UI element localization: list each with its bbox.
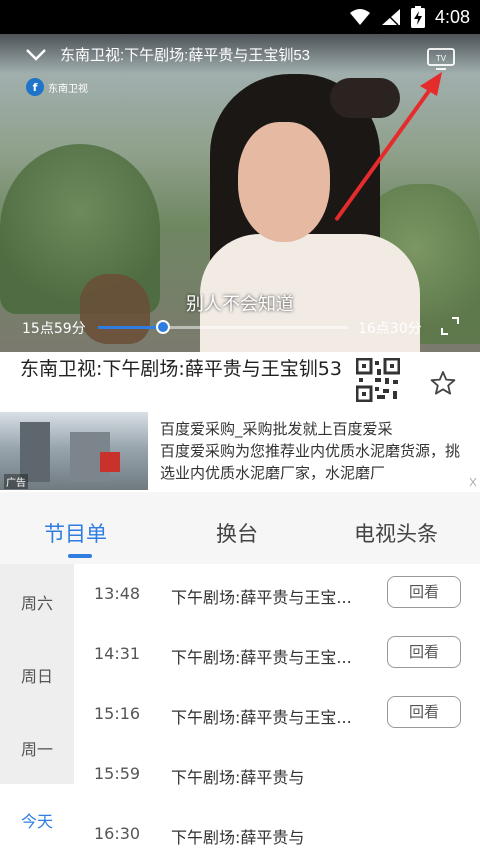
day-item-monday[interactable]: 周一 xyxy=(0,736,74,760)
time-start: 15点59分 xyxy=(22,321,86,337)
tab-tv-headlines[interactable]: 电视头条 xyxy=(354,518,438,548)
fullscreen-icon[interactable] xyxy=(440,316,460,336)
ad-title[interactable]: 百度爱采购_采购批发就上百度爱采 xyxy=(160,418,393,439)
ad-image[interactable]: 广告 xyxy=(0,412,148,490)
tab-program-guide[interactable]: 节目单 xyxy=(44,518,107,548)
schedule-row[interactable]: 13:48 下午剧场:薛平贵与王宝... 回看 xyxy=(74,564,480,624)
schedule-time: 14:31 xyxy=(94,644,141,663)
star-favorite-icon[interactable] xyxy=(430,370,456,396)
video-frame-person-face xyxy=(238,122,330,242)
video-player[interactable]: 东南卫视:下午剧场:薛平贵与王宝钏53 TV f 东南卫视 别人不会知道 15点… xyxy=(0,34,480,352)
schedule-program-name: 下午剧场:薛平贵与王宝... xyxy=(171,588,352,607)
schedule-program-name: 下午剧场:薛平贵与 xyxy=(171,768,305,787)
replay-button[interactable]: 回看 xyxy=(387,576,461,608)
tab-bar: 节目单 换台 电视头条 xyxy=(0,492,480,564)
status-time: 4:08 xyxy=(434,6,470,27)
schedule-time: 15:59 xyxy=(94,764,141,783)
player-title: 东南卫视:下午剧场:薛平贵与王宝钏53 xyxy=(60,47,311,64)
ad-banner[interactable]: 广告 百度爱采购_采购批发就上百度爱采 百度爱采购为您推荐业内优质水泥磨货源，挑… xyxy=(0,412,480,490)
tab-switch-channel[interactable]: 换台 xyxy=(216,518,258,548)
schedule-row[interactable]: 16:30 下午剧场:薛平贵与 xyxy=(74,804,480,853)
ad-badge: 广告 xyxy=(4,474,28,489)
day-item-today[interactable]: 今天 xyxy=(0,784,74,853)
schedule-program-name: 下午剧场:薛平贵与 xyxy=(171,828,305,847)
schedule-program-name: 下午剧场:薛平贵与王宝... xyxy=(171,648,352,667)
ad-close-icon[interactable] xyxy=(468,476,478,488)
day-item-saturday[interactable]: 周六 xyxy=(0,590,74,614)
replay-button[interactable]: 回看 xyxy=(387,636,461,668)
chevron-down-icon[interactable] xyxy=(24,44,48,64)
schedule-program-name: 下午剧场:薛平贵与王宝... xyxy=(171,708,352,727)
video-subtitle: 别人不会知道 xyxy=(186,294,294,315)
time-end: 16点30分 xyxy=(358,321,422,337)
program-title: 东南卫视:下午剧场:薛平贵与王宝钏53 xyxy=(20,358,342,380)
day-item-sunday[interactable]: 周日 xyxy=(0,663,74,687)
day-list: 周六 周日 周一 今天 xyxy=(0,564,74,853)
schedule-row[interactable]: 15:59 下午剧场:薛平贵与 xyxy=(74,744,480,804)
ad-description: 百度爱采购为您推荐业内优质水泥磨货源，挑选业内优质水泥磨厂家，水泥磨厂 xyxy=(160,442,461,482)
replay-button[interactable]: 回看 xyxy=(387,696,461,728)
signal-icon xyxy=(381,9,400,26)
schedule-time: 15:16 xyxy=(94,704,141,723)
tv-cast-icon[interactable]: TV xyxy=(426,48,456,70)
progress-thumb[interactable] xyxy=(156,320,170,334)
schedule-row[interactable]: 15:16 下午剧场:薛平贵与王宝... 回看 xyxy=(74,684,480,744)
qr-code-icon[interactable] xyxy=(356,358,400,402)
schedule-time: 13:48 xyxy=(94,584,141,603)
tab-indicator xyxy=(68,554,92,558)
tv-icon-label: TV xyxy=(436,54,447,63)
battery-charging-icon xyxy=(410,6,425,28)
status-bar: 4:08 xyxy=(0,0,480,34)
player-top-bar: 东南卫视:下午剧场:薛平贵与王宝钏53 TV xyxy=(0,34,480,74)
schedule-row[interactable]: 14:31 下午剧场:薛平贵与王宝... 回看 xyxy=(74,624,480,684)
wifi-icon xyxy=(349,9,370,25)
video-frame-ornament xyxy=(330,78,400,118)
channel-logo: f 东南卫视 xyxy=(26,78,88,96)
schedule-time: 16:30 xyxy=(94,824,141,843)
channel-logo-text: 东南卫视 xyxy=(48,83,88,95)
progress-slider[interactable] xyxy=(98,320,348,334)
channel-logo-icon: f xyxy=(26,78,44,96)
progress-fill xyxy=(98,326,163,329)
schedule-list: 13:48 下午剧场:薛平贵与王宝... 回看 14:31 下午剧场:薛平贵与王… xyxy=(74,564,480,853)
